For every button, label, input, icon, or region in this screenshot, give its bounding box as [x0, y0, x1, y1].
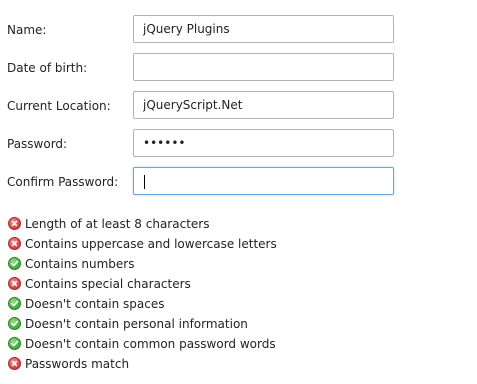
current-location-input[interactable] [133, 91, 394, 119]
date-of-birth-label: Date of birth: [7, 61, 88, 75]
name-label: Name: [7, 23, 47, 37]
cross-circle-icon [8, 237, 21, 250]
current-location-label: Current Location: [7, 99, 111, 113]
current-location-row: Current Location: [0, 91, 477, 121]
cross-circle-icon [8, 357, 21, 370]
name-input[interactable] [133, 15, 394, 43]
cross-circle-icon [8, 217, 21, 230]
rule-label: Contains uppercase and lowercase letters [25, 237, 277, 251]
date-of-birth-input[interactable] [133, 53, 394, 81]
check-circle-icon [8, 317, 21, 330]
rule-label: Length of at least 8 characters [25, 217, 210, 231]
rule-label: Passwords match [25, 357, 130, 371]
password-input[interactable] [133, 129, 394, 157]
check-circle-icon [8, 257, 21, 270]
confirm-password-input[interactable] [133, 167, 394, 195]
confirm-password-label: Confirm Password: [7, 175, 119, 189]
name-row: Name: [0, 15, 477, 45]
cross-circle-icon [8, 277, 21, 290]
confirm-password-row: Confirm Password: [0, 167, 477, 197]
rule-label: Doesn't contain common password words [25, 337, 276, 351]
rule-label: Contains special characters [25, 277, 191, 291]
password-label: Password: [7, 137, 68, 151]
password-row: Password: [0, 129, 477, 159]
rule-label: Doesn't contain personal information [25, 317, 248, 331]
date-of-birth-row: Date of birth: [0, 53, 477, 83]
check-circle-icon [8, 337, 21, 350]
check-circle-icon [8, 297, 21, 310]
rule-label: Contains numbers [25, 257, 135, 271]
text-caret [144, 175, 145, 189]
rule-label: Doesn't contain spaces [25, 297, 165, 311]
